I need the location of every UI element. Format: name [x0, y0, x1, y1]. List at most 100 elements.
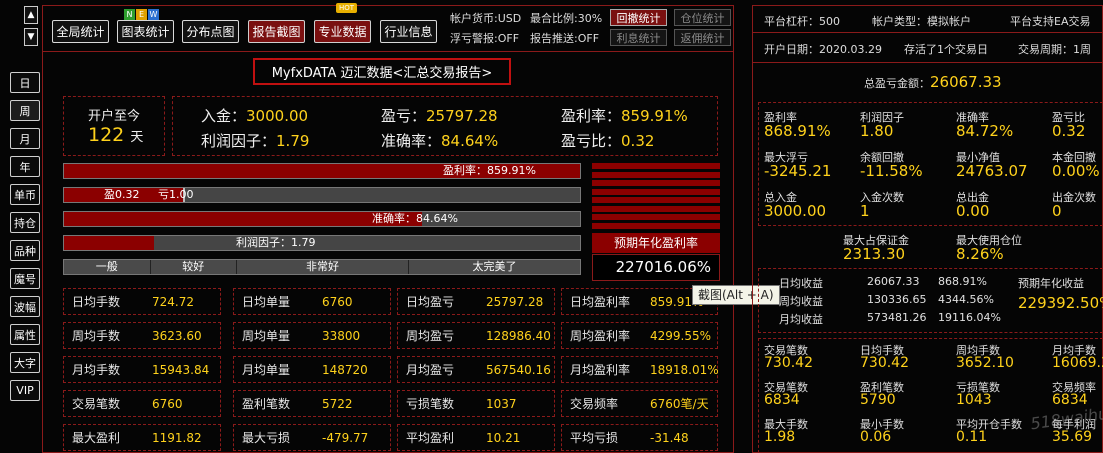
hot-badge: HOT — [336, 3, 358, 13]
distribution-chart-button[interactable]: 分布点图 — [182, 20, 239, 43]
left-menu-item[interactable]: 日 — [10, 72, 40, 93]
left-menu-item[interactable]: 魔号 — [10, 268, 40, 289]
global-stats-button[interactable]: 全局统计 — [52, 20, 109, 43]
drawdown-stats-toggle[interactable]: 回撤统计 — [610, 9, 667, 26]
annual-meter-stripe — [592, 171, 720, 178]
rating-good: 较好 — [150, 260, 237, 274]
margin-value: 8.26% — [956, 245, 1004, 263]
stat-value: 33800 — [322, 328, 361, 343]
accuracy-bar: 准确率：84.64% — [63, 211, 581, 227]
report-title: MyfxDATA 迈汇数据<汇总交易报告> — [253, 58, 511, 85]
stat-value: 5722 — [322, 396, 353, 411]
stat-cell: 交易频率 6760笔/天 — [561, 390, 718, 417]
left-menu-item[interactable]: VIP — [10, 380, 40, 401]
scroll-up-button[interactable]: ▲ — [24, 6, 38, 24]
stat-label: 日均盈亏 — [406, 295, 455, 309]
pro-data-button[interactable]: 专业数据 — [314, 20, 371, 43]
stat-cell: 平均亏损 -31.48 — [561, 424, 718, 451]
deposit-summary: 入金：3000.00 — [201, 107, 309, 125]
accuracy-summary: 准确率：84.64% — [381, 132, 499, 150]
chart-stats-button[interactable]: 图表统计 — [117, 20, 174, 43]
stat-label: 最大盈利 — [72, 431, 121, 445]
left-menu-item[interactable]: 周 — [10, 100, 40, 121]
win-loss-ratio-summary: 盈亏比：0.32 — [561, 132, 655, 150]
stat-label: 亏损笔数 — [406, 397, 455, 411]
stat-label: 月均盈利率 — [570, 363, 631, 377]
stat-cell: 最大亏损 -479.77 — [233, 424, 391, 451]
rating-very-good: 非常好 — [237, 260, 409, 274]
stat-label: 盈利笔数 — [242, 397, 291, 411]
stat-value: 724.72 — [152, 294, 194, 309]
stat-value: 25797.28 — [486, 294, 544, 309]
interest-stats-toggle[interactable]: 利息统计 — [610, 29, 667, 46]
profit-rate-bar: 盈利率：859.91% — [63, 163, 581, 179]
stat-value: 567540.16 — [486, 362, 551, 377]
stat-label: 月均手数 — [72, 363, 121, 377]
summary-box: 入金：3000.00 盈亏：25797.28 盈利率：859.91% 利润因子：… — [172, 96, 718, 156]
left-menu-item[interactable]: 属性 — [10, 324, 40, 345]
industry-info-button[interactable]: 行业信息 — [380, 20, 437, 43]
trade-value: 1043 — [956, 392, 992, 408]
stat-value: 10.21 — [486, 430, 521, 445]
metric-value: 868.91% — [764, 122, 831, 140]
pnl-summary: 盈亏：25797.28 — [381, 107, 498, 125]
open-date: 开户日期：2020.03.29 — [764, 43, 882, 56]
periodic-amount: 573481.26 — [867, 311, 927, 324]
stat-cell: 平均盈利 10.21 — [397, 424, 555, 451]
trade-value: 6834 — [764, 392, 800, 408]
max-ratio: 最合比例:30% — [530, 12, 603, 25]
trade-value: 3652.10 — [956, 355, 1014, 371]
trade-value: 730.42 — [764, 355, 813, 371]
stat-cell: 月均单量 148720 — [233, 356, 391, 383]
left-menu: 日周月年单币持仓品种魔号波幅属性大字 VIP — [10, 72, 42, 412]
trade-value: 16069.2 — [1052, 355, 1103, 371]
stat-value: 4299.55% — [650, 328, 712, 343]
survival-days: 存活了1个交易日 — [904, 43, 988, 56]
left-menu-item[interactable]: 单币 — [10, 184, 40, 205]
account-type: 帐户类型：模拟帐户 — [872, 15, 971, 28]
stat-cell: 交易笔数 6760 — [63, 390, 221, 417]
left-menu-item[interactable]: 持仓 — [10, 212, 40, 233]
stat-value: 15943.84 — [152, 362, 210, 377]
stat-label: 最大亏损 — [242, 431, 291, 445]
profit-factor-bar: 利润因子：1.79 — [63, 235, 581, 251]
left-menu-item[interactable]: 大字 — [10, 352, 40, 373]
float-loss-alert: 浮亏警报:OFF — [450, 32, 520, 45]
win-loss-bar: 盈0.32 亏1.00 — [63, 187, 581, 203]
position-stats-toggle[interactable]: 仓位统计 — [674, 9, 731, 26]
stat-cell: 最大盈利 1191.82 — [63, 424, 221, 451]
since-open-box: 开户至今 122 天 — [63, 96, 165, 156]
profit-factor-summary: 利润因子：1.79 — [201, 132, 310, 150]
stat-value: 6760 — [322, 294, 353, 309]
stat-label: 周均单量 — [242, 329, 291, 343]
periodic-label: 日均收益 — [779, 277, 823, 290]
annual-meter-stripe — [592, 197, 720, 203]
report-push: 报告推送:OFF — [530, 32, 600, 45]
left-menu-item[interactable]: 品种 — [10, 240, 40, 261]
stat-label: 平均盈利 — [406, 431, 455, 445]
stat-value: 1037 — [486, 396, 517, 411]
rebate-stats-toggle[interactable]: 返佣统计 — [674, 29, 731, 46]
annual-value: 227016.06% — [592, 254, 720, 281]
stat-cell: 周均单量 33800 — [233, 322, 391, 349]
stat-cell: 日均单量 6760 — [233, 288, 391, 315]
left-menu-item[interactable]: 波幅 — [10, 296, 40, 317]
stat-cell: 盈利笔数 5722 — [233, 390, 391, 417]
metric-value: -11.58% — [860, 162, 923, 180]
metric-value: 0.32 — [1052, 122, 1086, 140]
metric-value: 0.00% — [1052, 162, 1100, 180]
left-menu-item[interactable]: 月 — [10, 128, 40, 149]
annual-meter-stripe — [592, 214, 720, 220]
rating-normal: 一般 — [64, 260, 151, 274]
report-screenshot-button[interactable]: 报告截图 — [248, 20, 305, 43]
annual-meter-stripe — [592, 188, 720, 195]
total-pnl: 总盈亏金额：26067.33 — [864, 73, 1002, 91]
metric-value: -3245.21 — [764, 162, 832, 180]
scroll-down-button[interactable]: ▼ — [24, 28, 38, 46]
since-open-days: 122 天 — [88, 124, 144, 146]
rating-scale: 一般 较好 非常好 太完美了 — [63, 259, 581, 275]
stat-cell: 周均盈亏 128986.40 — [397, 322, 555, 349]
stat-cell: 周均盈利率 4299.55% — [561, 322, 718, 349]
annual-yield-label: 预期年化收益 — [1018, 277, 1084, 290]
left-menu-item[interactable]: 年 — [10, 156, 40, 177]
